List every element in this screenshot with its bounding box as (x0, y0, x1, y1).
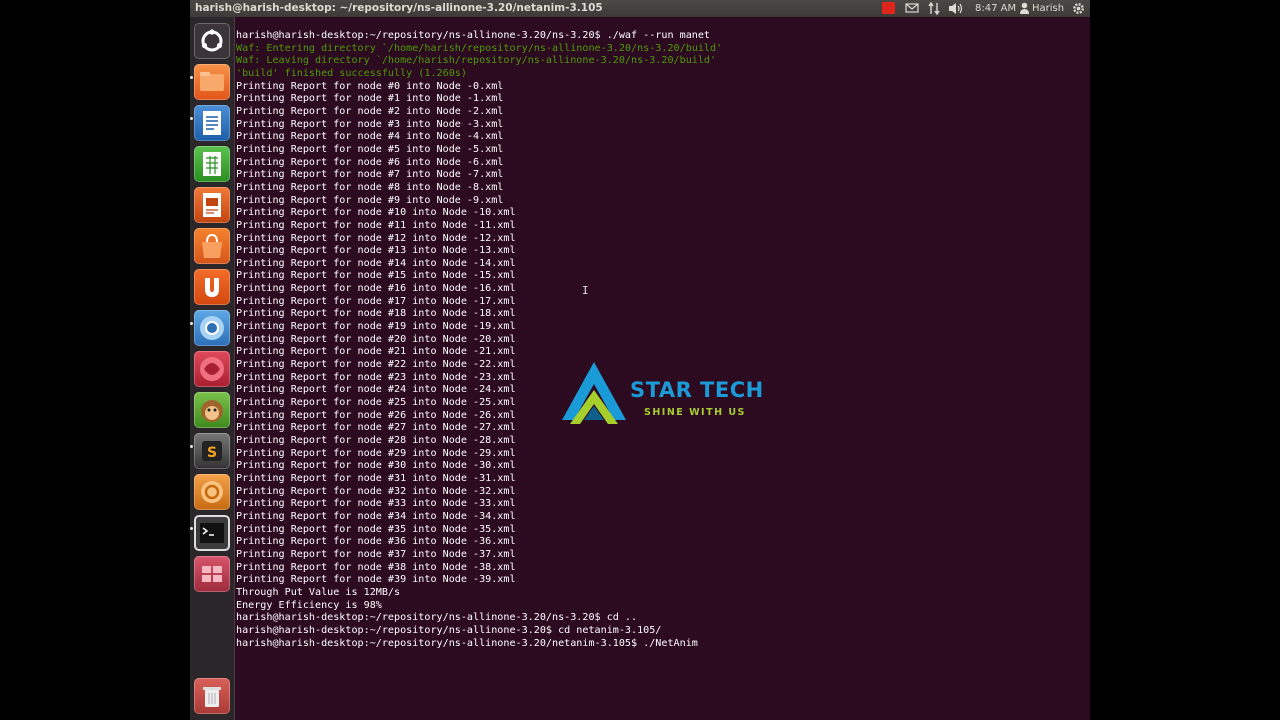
terminal-line: Printing Report for node #28 into Node -… (236, 435, 516, 446)
terminal-line: Printing Report for node #32 into Node -… (236, 485, 516, 497)
terminal-line: Printing Report for node #4 into Node -4… (236, 131, 504, 143)
workspace-switcher-icon[interactable] (194, 556, 230, 592)
ubuntu-tweak-icon[interactable] (194, 474, 230, 510)
top-panel: harish@harish-desktop: ~/repository/ns-a… (190, 0, 1090, 17)
terminal-line: harish@harish-desktop:~/repository/ns-al… (236, 612, 638, 624)
star-tech-logo-icon (562, 362, 626, 424)
terminal-line: Printing Report for node #37 into Node -… (236, 548, 516, 560)
user-name[interactable]: Harish (1032, 2, 1064, 15)
software-center-icon[interactable] (194, 228, 230, 264)
terminal-line: Printing Report for node #14 into Node -… (236, 257, 516, 269)
terminal-line: Printing Report for node #0 into Node -0… (236, 80, 504, 92)
launcher: S (190, 17, 235, 720)
terminal-line: Printing Report for node #36 into Node -… (236, 536, 516, 548)
logo-brand: STAR TECH (630, 378, 764, 402)
terminal-line: Printing Report for node #1 into Node -1… (236, 93, 504, 105)
calc-icon[interactable] (194, 146, 230, 182)
terminal-line: Printing Report for node #18 into Node -… (236, 308, 516, 320)
terminal-line: Waf: Entering directory `/home/harish/re… (236, 42, 723, 54)
terminal-line: Printing Report for node #35 into Node -… (236, 523, 516, 535)
ubuntu-one-icon[interactable] (194, 269, 230, 305)
text-cursor-icon: I (582, 284, 589, 297)
terminal-line: Printing Report for node #34 into Node -… (236, 510, 516, 522)
terminal-line: Printing Report for node #11 into Node -… (236, 219, 516, 231)
sublime-text-icon[interactable]: S (194, 433, 230, 469)
terminal-line: Printing Report for node #9 into Node -9… (236, 194, 504, 206)
terminal-line: harish@harish-desktop:~/repository/ns-al… (236, 637, 698, 649)
terminal-line: Printing Report for node #2 into Node -2… (236, 105, 504, 117)
terminal-line: Printing Report for node #17 into Node -… (236, 295, 516, 307)
terminal-line: harish@harish-desktop:~/repository/ns-al… (236, 30, 711, 41)
monkey-app-icon[interactable] (194, 392, 230, 428)
terminal-line: 'build' finished successfully (1.260s) (236, 67, 467, 79)
terminal-line: Printing Report for node #20 into Node -… (236, 333, 516, 345)
terminal-icon[interactable] (194, 515, 230, 551)
user-icon[interactable] (1020, 2, 1029, 15)
logo-tagline: SHINE WITH US (644, 407, 746, 418)
trash-icon[interactable] (194, 678, 230, 714)
app-icon[interactable] (194, 351, 230, 387)
terminal-line: Printing Report for node #10 into Node -… (236, 207, 516, 219)
record-icon[interactable] (882, 2, 895, 14)
writer-icon[interactable] (194, 105, 230, 141)
window-title: harish@harish-desktop: ~/repository/ns-a… (195, 2, 603, 14)
terminal-line: Printing Report for node #13 into Node -… (236, 245, 516, 257)
terminal-line: Energy Efficiency is 98% (236, 599, 382, 611)
impress-icon[interactable] (194, 187, 230, 223)
terminal-line: Printing Report for node #16 into Node -… (236, 283, 516, 295)
mail-icon[interactable] (905, 2, 919, 15)
volume-icon[interactable] (948, 2, 964, 15)
clock[interactable]: 8:47 AM (975, 2, 1016, 15)
terminal-line: harish@harish-desktop:~/repository/ns-al… (236, 624, 662, 636)
svg-text:S: S (207, 445, 217, 461)
terminal-line: Printing Report for node #38 into Node -… (236, 561, 516, 573)
network-icon[interactable] (928, 1, 940, 16)
terminal-line: Waf: Leaving directory `/home/harish/rep… (236, 55, 717, 67)
terminal-line: Printing Report for node #29 into Node -… (236, 447, 516, 459)
terminal-line: Printing Report for node #33 into Node -… (236, 498, 516, 510)
terminal-line: Printing Report for node #3 into Node -3… (236, 118, 504, 130)
terminal-line: Printing Report for node #30 into Node -… (236, 460, 516, 472)
terminal-line: Printing Report for node #31 into Node -… (236, 472, 516, 484)
terminal-line: Printing Report for node #15 into Node -… (236, 270, 516, 282)
watermark-logo: STAR TECH SHINE WITH US (560, 360, 780, 426)
gear-icon[interactable] (1072, 2, 1085, 15)
terminal-line: Printing Report for node #21 into Node -… (236, 346, 516, 358)
terminal-line: Printing Report for node #12 into Node -… (236, 232, 516, 244)
terminal-line: Printing Report for node #7 into Node -7… (236, 169, 504, 181)
terminal-output[interactable]: harish@harish-desktop:~/repository/ns-al… (236, 30, 1086, 650)
terminal-line: Printing Report for node #6 into Node -6… (236, 156, 504, 168)
desktop-screen: harish@harish-desktop: ~/repository/ns-a… (190, 0, 1090, 720)
terminal-line: Through Put Value is 12MB/s (236, 586, 401, 598)
terminal-line: Printing Report for node #19 into Node -… (236, 321, 516, 333)
terminal-line: Printing Report for node #39 into Node -… (236, 574, 516, 586)
terminal-line: Printing Report for node #8 into Node -8… (236, 181, 504, 193)
dash-home-icon[interactable] (194, 23, 230, 59)
files-icon[interactable] (194, 64, 230, 100)
chromium-icon[interactable] (194, 310, 230, 346)
terminal-line: Printing Report for node #5 into Node -5… (236, 143, 504, 155)
